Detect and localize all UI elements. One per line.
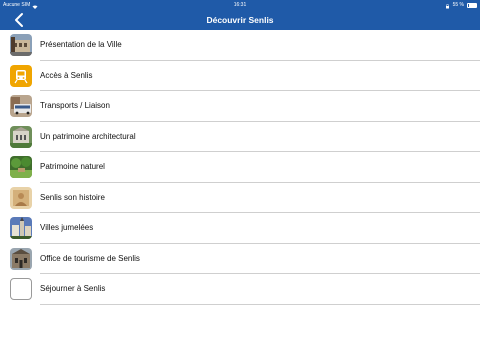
cathedral-thumbnail xyxy=(10,125,32,148)
train-icon xyxy=(10,64,32,87)
list-item-acces[interactable]: Accès à Senlis xyxy=(0,61,480,92)
blank-thumbnail xyxy=(10,278,32,300)
status-time: 16:31 xyxy=(233,2,247,8)
building-thumbnail xyxy=(10,34,32,56)
navigation-bar: Découvrir Senlis xyxy=(0,10,480,30)
list-item-label: Patrimoine naturel xyxy=(40,162,105,171)
list-item-patrimoine-naturel[interactable]: Patrimoine naturel xyxy=(0,152,480,183)
list-item-villes-jumelees[interactable]: Villes jumelées xyxy=(0,213,480,244)
list-item-label: Accès à Senlis xyxy=(40,70,93,80)
tourism-office-thumbnail xyxy=(10,247,32,270)
battery-label: 55 % xyxy=(452,2,464,8)
list-item-histoire[interactable]: Senlis son histoire xyxy=(0,183,480,214)
menu-list: Présentation de la Ville Accès à Senlis xyxy=(0,30,480,305)
list-item-label: Office de tourisme de Senlis xyxy=(40,253,140,263)
list-item-label: Transports / Liaison xyxy=(40,101,110,110)
list-item-label: Séjourner à Senlis xyxy=(40,284,106,293)
list-item-label: Villes jumelées xyxy=(40,223,94,232)
list-item-sejourner[interactable]: Séjourner à Senlis xyxy=(0,274,480,305)
list-item-label: Présentation de la Ville xyxy=(40,40,122,49)
list-item-label: Un patrimoine architectural xyxy=(40,131,136,141)
list-item-patrimoine-architectural[interactable]: Un patrimoine architectural xyxy=(0,122,480,153)
bus-thumbnail xyxy=(10,95,32,117)
battery-icon xyxy=(467,2,477,8)
status-right: 55 % xyxy=(445,0,477,10)
status-bar: Aucune SIM 16:31 55 % xyxy=(0,0,480,10)
town-thumbnail xyxy=(10,217,32,239)
garden-thumbnail xyxy=(10,156,32,178)
list-item-presentation[interactable]: Présentation de la Ville xyxy=(0,30,480,61)
painting-thumbnail xyxy=(10,186,32,209)
list-item-office-tourisme[interactable]: Office de tourisme de Senlis xyxy=(0,244,480,275)
page-title: Découvrir Senlis xyxy=(206,15,274,25)
list-item-label: Senlis son histoire xyxy=(40,192,105,202)
lock-icon xyxy=(445,3,450,8)
list-item-transports[interactable]: Transports / Liaison xyxy=(0,91,480,122)
